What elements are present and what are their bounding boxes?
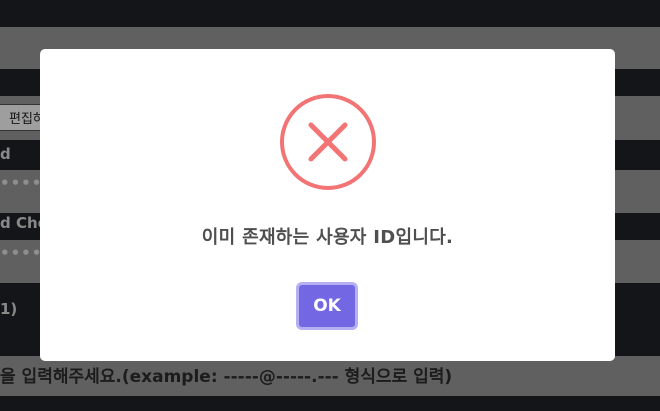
ok-button[interactable]: OK — [296, 282, 358, 330]
alert-dialog: 이미 존재하는 사용자 ID입니다. OK — [40, 49, 615, 361]
error-x-icon — [280, 94, 376, 190]
alert-message: 이미 존재하는 사용자 ID입니다. — [201, 227, 454, 248]
